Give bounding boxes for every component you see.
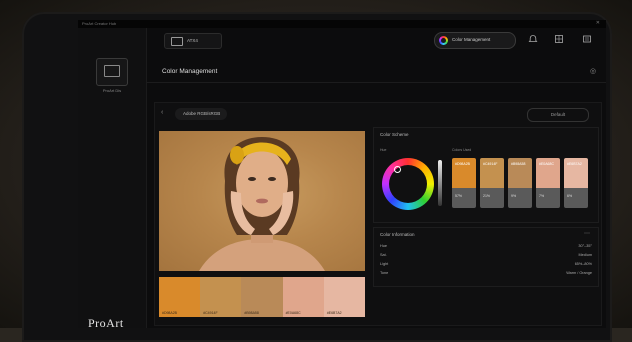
palette-strip-swatch[interactable]: #E0A68C	[282, 277, 324, 317]
palette-swatch[interactable]: #E6B7A2 6%	[564, 158, 588, 208]
brightness-slider[interactable]	[438, 160, 442, 206]
palette-swatch[interactable]: #C4914F 21%	[480, 158, 504, 208]
header: ATX4 Color Management	[146, 28, 606, 54]
palette-swatch[interactable]: #B98A58 9%	[508, 158, 532, 208]
window-title: ProArt Creator Hub	[82, 21, 117, 26]
display-icon	[171, 37, 183, 46]
bell-icon[interactable]	[528, 34, 538, 44]
portrait-photo	[159, 131, 365, 271]
info-row: Sat. Medium	[380, 253, 592, 257]
palette-strip: #D98A2B #C4914F #B98A58 #E0A68C #E6B7A2	[159, 277, 366, 317]
preset-button-label: Default	[550, 112, 566, 117]
palette-swatch[interactable]: #E0A68C 7%	[536, 158, 560, 208]
preset-tab[interactable]: Adobe RGB/sRGB	[175, 108, 227, 120]
wheel-handle[interactable]	[394, 166, 401, 173]
brand-logo: ProArt	[88, 316, 124, 330]
preset-row: ‹ Adobe RGB/sRGB Default	[155, 103, 601, 125]
device-label: ATX4	[187, 38, 198, 43]
palette-strip-swatch[interactable]: #B98A58	[241, 277, 283, 317]
grid-icon[interactable]	[554, 34, 564, 44]
monitor-label: ProArt Dis	[102, 88, 122, 93]
title-bar: ProArt Creator Hub ✕	[78, 20, 606, 28]
color-ring-icon	[439, 36, 448, 45]
monitor-icon	[104, 65, 120, 77]
device-selector[interactable]: ATX4	[164, 33, 222, 49]
menu-icon[interactable]	[582, 34, 592, 44]
color-wheel[interactable]	[382, 158, 434, 210]
info-row: Light 65%–80%	[380, 262, 592, 266]
wheel-label: Hue	[380, 148, 387, 152]
back-icon[interactable]: ‹	[161, 109, 163, 116]
preset-tab-label: Adobe RGB/sRGB	[183, 111, 221, 116]
color-scheme-card: Color Scheme Hue Colors Used #D98A2B 57%…	[373, 127, 599, 223]
color-info-title: Color Information	[380, 232, 415, 237]
color-info-card: Color Information ⋯ Hue 30°–35° Sat. Med…	[373, 227, 599, 287]
palette-swatch[interactable]: #D98A2B 57%	[452, 158, 476, 208]
sidebar: ProArt Dis	[78, 28, 147, 328]
main-panel: ‹ Adobe RGB/sRGB Default #D98A2B #C4914F…	[154, 102, 602, 326]
info-row: Hue 30°–35°	[380, 244, 592, 248]
page-title: Color Management	[162, 68, 218, 75]
palette-strip-swatch[interactable]: #E6B7A2	[323, 277, 366, 317]
preset-button[interactable]: Default	[527, 108, 589, 122]
more-icon[interactable]: ⋯	[584, 230, 590, 237]
close-icon[interactable]: ✕	[596, 20, 600, 26]
calibration-button[interactable]: Color Management	[434, 32, 516, 49]
page-header: Color Management ◎	[146, 64, 606, 83]
app-window: ProArt Creator Hub ✕ ProArt Dis ATX4 Col…	[78, 20, 606, 328]
palette-label: Colors Used	[452, 148, 472, 152]
color-scheme-title: Color Scheme	[380, 132, 409, 137]
calibration-label: Color Management	[452, 37, 491, 42]
info-row: Tone Warm / Orange	[380, 271, 592, 275]
palette-strip-swatch[interactable]: #D98A2B	[159, 277, 201, 317]
monitor-tile[interactable]	[96, 58, 128, 86]
palette-strip-swatch[interactable]: #C4914F	[200, 277, 242, 317]
settings-icon[interactable]: ◎	[588, 67, 598, 77]
